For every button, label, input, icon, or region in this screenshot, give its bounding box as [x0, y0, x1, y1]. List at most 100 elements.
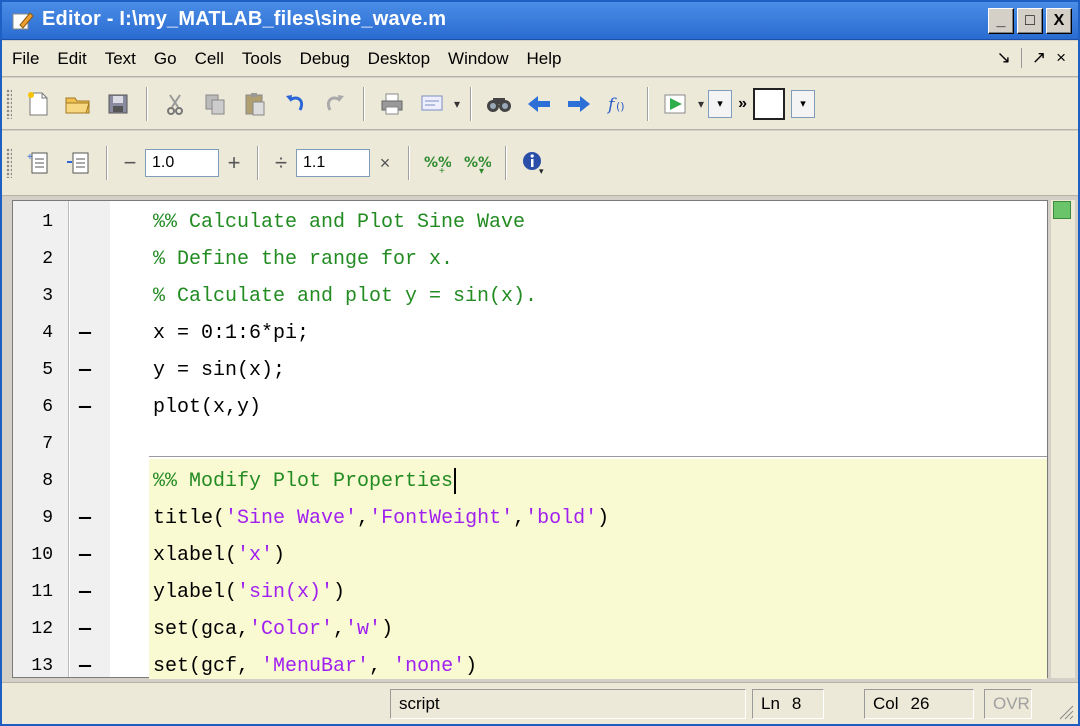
divide-button[interactable]: ÷	[266, 150, 296, 176]
code-line[interactable]: 8 %% Modify Plot Properties	[13, 463, 1047, 500]
ovr-label: OVR	[993, 694, 1030, 713]
code-token: ,	[369, 655, 394, 678]
executable-line-marker[interactable]: —	[79, 500, 91, 537]
code-analyzer-status-icon[interactable]	[1053, 201, 1071, 219]
decrement-button[interactable]: −	[115, 150, 145, 176]
undo-icon[interactable]	[277, 86, 313, 122]
undock-icon[interactable]: ↗	[1032, 48, 1046, 68]
menu-window[interactable]: Window	[439, 49, 517, 69]
code-text: %% Modify Plot Properties	[153, 463, 457, 500]
code-token: title(	[153, 507, 226, 530]
executable-line-marker[interactable]: —	[79, 611, 91, 648]
code-line[interactable]: 5 — y = sin(x);	[13, 352, 1047, 389]
title-bar[interactable]: Editor - I:\my_MATLAB_files\sine_wave.m …	[2, 2, 1078, 40]
comment-icon[interactable]	[414, 86, 450, 122]
open-folder-icon[interactable]	[60, 86, 96, 122]
chevron-down-icon[interactable]: ▾	[698, 97, 704, 111]
code-line[interactable]: 4 — x = 0:1:6*pi;	[13, 315, 1047, 352]
line-number: 7	[42, 434, 53, 454]
cell-divider-icon[interactable]	[60, 145, 96, 181]
executable-line-marker[interactable]: —	[79, 389, 91, 426]
multiply-button[interactable]: ×	[370, 153, 400, 174]
forward-icon[interactable]	[561, 86, 597, 122]
line-number: 8	[42, 471, 53, 491]
menu-text[interactable]: Text	[96, 49, 145, 69]
run-options-dropdown[interactable]: ▾	[708, 89, 733, 118]
menu-help[interactable]: Help	[518, 49, 571, 69]
svg-text:%%: %%	[464, 155, 491, 171]
resize-grip-icon[interactable]	[1056, 702, 1074, 720]
svg-text:+: +	[439, 166, 445, 175]
comment-token: % Calculate and plot y = sin(x).	[153, 285, 538, 308]
close-button[interactable]: X	[1046, 8, 1072, 34]
menu-bar: File Edit Text Go Cell Tools Debug Deskt…	[2, 41, 1078, 77]
column-value: 26	[910, 694, 930, 713]
executable-line-marker[interactable]: —	[79, 648, 91, 685]
save-icon[interactable]	[100, 86, 136, 122]
run-icon[interactable]	[658, 86, 694, 122]
dock-icon[interactable]: ↘	[997, 48, 1011, 68]
stack-dropdown-button[interactable]: ▾	[790, 89, 815, 118]
code-line[interactable]: 10 — xlabel('x')	[13, 537, 1047, 574]
menu-debug[interactable]: Debug	[291, 49, 359, 69]
code-token: )	[273, 544, 286, 567]
info-icon[interactable]: ▾	[516, 145, 552, 181]
comment-token: %% Calculate and Plot Sine Wave	[153, 211, 526, 234]
executable-line-marker[interactable]: —	[79, 352, 91, 389]
line-number: 12	[31, 619, 53, 639]
column-label: Col	[873, 694, 899, 713]
function-icon[interactable]: f()	[601, 86, 637, 122]
editor-document-icon	[10, 11, 34, 31]
code-editor[interactable]: 1 %% Calculate and Plot Sine Wave 2 % Defin…	[12, 200, 1048, 679]
executable-line-marker[interactable]: —	[79, 537, 91, 574]
paste-icon[interactable]	[237, 86, 273, 122]
code-line[interactable]: 1 %% Calculate and Plot Sine Wave	[13, 204, 1047, 241]
toolbar-grip[interactable]	[6, 148, 12, 178]
scrollbar[interactable]	[1051, 200, 1075, 678]
minimize-button[interactable]: _	[988, 8, 1014, 34]
menu-desktop[interactable]: Desktop	[359, 49, 439, 69]
code-token: ,	[357, 507, 370, 530]
svg-text:(): ()	[616, 100, 625, 113]
menu-go[interactable]: Go	[145, 49, 186, 69]
toolbar-grip[interactable]	[6, 88, 12, 119]
menu-edit[interactable]: Edit	[48, 49, 95, 69]
close-doc-icon[interactable]: ×	[1056, 48, 1066, 68]
multiplier-value-input[interactable]	[296, 149, 370, 177]
code-text: %% Calculate and Plot Sine Wave	[153, 204, 525, 241]
insert-cell-break-icon[interactable]: +	[20, 145, 56, 181]
menu-file[interactable]: File	[2, 49, 48, 69]
new-file-icon[interactable]	[20, 86, 56, 122]
redo-icon[interactable]	[317, 86, 353, 122]
toolbar-separator	[106, 146, 107, 180]
code-line[interactable]: 2 % Define the range for x.	[13, 241, 1047, 278]
code-line[interactable]: 3 % Calculate and plot y = sin(x).	[13, 278, 1047, 315]
toolbar-overflow-chevron[interactable]: »	[738, 95, 747, 113]
executable-line-marker[interactable]: —	[79, 574, 91, 611]
decrement-value-input[interactable]	[145, 149, 219, 177]
file-type-label: script	[399, 694, 440, 713]
code-line[interactable]: 11 — ylabel('sin(x)')	[13, 574, 1047, 611]
code-line[interactable]: 9— title('Sine Wave','FontWeight','bold')	[13, 500, 1047, 537]
increment-button[interactable]: +	[219, 150, 249, 176]
copy-icon[interactable]	[197, 86, 233, 122]
line-number: 3	[42, 286, 53, 306]
code-line[interactable]: 7	[13, 426, 1047, 463]
menu-tools[interactable]: Tools	[233, 49, 291, 69]
uncomment-percent-icon[interactable]: %% ▾	[459, 145, 495, 181]
maximize-button[interactable]: □	[1017, 8, 1043, 34]
chevron-down-icon[interactable]: ▾	[454, 97, 460, 111]
executable-line-marker[interactable]: —	[79, 315, 91, 352]
cut-icon[interactable]	[157, 86, 193, 122]
window-title: Editor - I:\my_MATLAB_files\sine_wave.m	[42, 8, 447, 30]
string-token: 'x'	[237, 544, 274, 567]
code-line[interactable]: 13 — set(gcf, 'MenuBar', 'none')	[13, 648, 1047, 685]
comment-percent-icon[interactable]: %% +	[419, 145, 455, 181]
code-line[interactable]: 12 — set(gca,'Color','w')	[13, 611, 1047, 648]
code-line[interactable]: 6 — plot(x,y)	[13, 389, 1047, 426]
menu-cell[interactable]: Cell	[186, 49, 233, 69]
stack-selector-box[interactable]	[752, 87, 785, 120]
back-icon[interactable]	[521, 86, 557, 122]
find-icon[interactable]	[481, 86, 517, 122]
print-icon[interactable]	[374, 86, 410, 122]
